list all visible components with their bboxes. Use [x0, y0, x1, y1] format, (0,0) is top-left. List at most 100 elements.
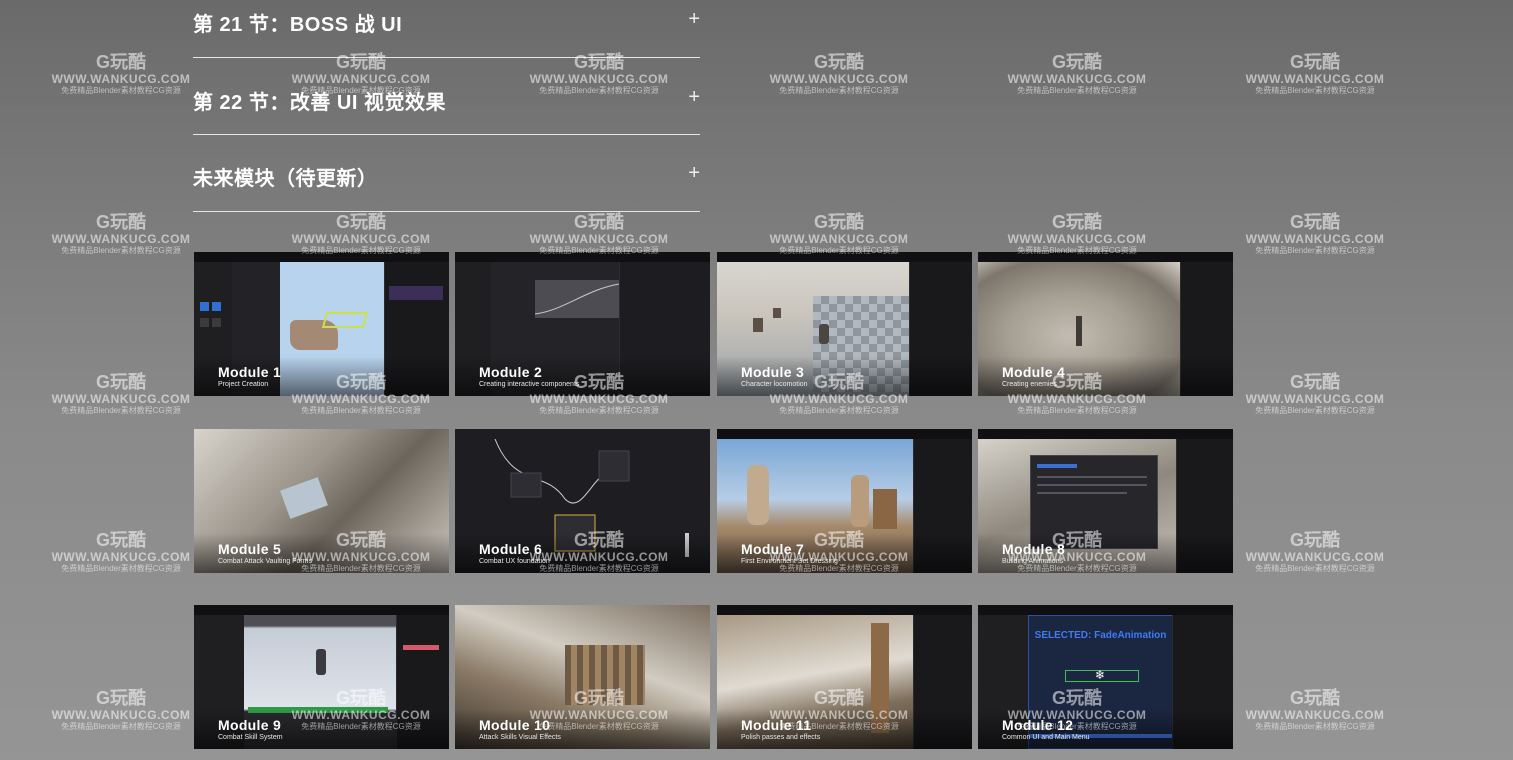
- watermark: G玩酷 WWW.WANKUCG.COM 免费精品Blender素材教程CG资源: [1240, 530, 1390, 574]
- module-subtitle: Creating interactive components: [479, 381, 580, 388]
- watermark-logo: G玩酷: [1289, 530, 1340, 550]
- module-card-7[interactable]: Module 7 First Environment Set Dressing: [717, 429, 972, 573]
- module-subtitle: First Environment Set Dressing: [741, 558, 838, 565]
- watermark-subtitle: 免费精品Blender素材教程CG资源: [1255, 406, 1375, 415]
- watermark: G玩酷 WWW.WANKUCG.COM 免费精品Blender素材教程CG资源: [1002, 212, 1152, 256]
- watermark: G玩酷 WWW.WANKUCG.COM 免费精品Blender素材教程CG资源: [46, 212, 196, 256]
- watermark-url: WWW.WANKUCG.COM: [1245, 72, 1385, 86]
- module-card-8[interactable]: Module 8 Building Animations: [978, 429, 1233, 573]
- module-card-6[interactable]: Module 6 Combat UX foundation: [455, 429, 710, 573]
- watermark-url: WWW.WANKUCG.COM: [1245, 550, 1385, 564]
- module-label: Module 3 Character locomotion: [741, 365, 808, 389]
- watermark-subtitle: 免费精品Blender素材教程CG资源: [61, 722, 181, 731]
- module-card-12[interactable]: SELECTED: FadeAnimation ❄ Module 12 Comm…: [978, 605, 1233, 749]
- watermark-subtitle: 免费精品Blender素材教程CG资源: [1255, 722, 1375, 731]
- watermark-subtitle: 免费精品Blender素材教程CG资源: [1017, 406, 1137, 415]
- module-title: Module 11: [741, 717, 812, 733]
- module-label: Module 9 Combat Skill System: [218, 718, 283, 742]
- module-card-3[interactable]: Module 3 Character locomotion: [717, 252, 972, 396]
- watermark-url: WWW.WANKUCG.COM: [529, 232, 669, 246]
- module-label: Module 2 Creating interactive components: [479, 365, 579, 389]
- module-card-5[interactable]: Module 5 Combat Attack Vaulting Forms: [194, 429, 449, 573]
- module-title: Module 8: [1002, 541, 1066, 557]
- module-subtitle: Combat Skill System: [218, 734, 283, 741]
- expand-plus-icon[interactable]: +: [688, 162, 700, 184]
- watermark-subtitle: 免费精品Blender素材教程CG资源: [779, 406, 899, 415]
- accordion-item-section-21[interactable]: 第 21 节：BOSS 战 UI +: [193, 0, 700, 58]
- watermark: G玩酷 WWW.WANKUCG.COM 免费精品Blender素材教程CG资源: [764, 52, 914, 96]
- watermark-logo: G玩酷: [813, 52, 864, 72]
- expand-plus-icon[interactable]: +: [688, 8, 700, 30]
- module-title: Module 4: [1002, 364, 1066, 380]
- course-accordion: 第 21 节：BOSS 战 UI + 第 22 节：改善 UI 视觉效果 + 未…: [193, 0, 700, 231]
- module-subtitle: Creating enemies: [1002, 381, 1057, 388]
- module-subtitle: Common UI and Main Menu: [1002, 734, 1090, 741]
- watermark-url: WWW.WANKUCG.COM: [291, 232, 431, 246]
- module-subtitle: Building Animations: [1002, 558, 1064, 565]
- watermark-url: WWW.WANKUCG.COM: [1007, 72, 1147, 86]
- module-title: Module 10: [479, 717, 551, 733]
- watermark-logo: G玩酷: [1051, 212, 1102, 232]
- watermark: G玩酷 WWW.WANKUCG.COM 免费精品Blender素材教程CG资源: [1240, 372, 1390, 416]
- module-subtitle: Combat UX foundation: [479, 558, 550, 565]
- watermark-subtitle: 免费精品Blender素材教程CG资源: [61, 564, 181, 573]
- module-card-10[interactable]: Module 10 Attack Skills Visual Effects: [455, 605, 710, 749]
- watermark-logo: G玩酷: [1051, 52, 1102, 72]
- watermark-logo: G玩酷: [1289, 52, 1340, 72]
- module-title: Module 9: [218, 717, 282, 733]
- watermark-url: WWW.WANKUCG.COM: [51, 550, 191, 564]
- watermark: G玩酷 WWW.WANKUCG.COM 免费精品Blender素材教程CG资源: [1002, 52, 1152, 96]
- watermark: G玩酷 WWW.WANKUCG.COM 免费精品Blender素材教程CG资源: [46, 530, 196, 574]
- module-label: Module 5 Combat Attack Vaulting Forms: [218, 542, 312, 566]
- module-title: Module 12: [1002, 717, 1074, 733]
- module-card-9[interactable]: Module 9 Combat Skill System: [194, 605, 449, 749]
- accordion-item-future-modules[interactable]: 未来模块（待更新） +: [193, 154, 700, 212]
- watermark-logo: G玩酷: [1289, 372, 1340, 392]
- watermark-logo: G玩酷: [95, 372, 146, 392]
- module-subtitle: Character locomotion: [741, 381, 808, 388]
- module-card-4[interactable]: Module 4 Creating enemies: [978, 252, 1233, 396]
- watermark-subtitle: 免费精品Blender素材教程CG资源: [779, 86, 899, 95]
- module-card-11[interactable]: Module 11 Polish passes and effects: [717, 605, 972, 749]
- watermark: G玩酷 WWW.WANKUCG.COM 免费精品Blender素材教程CG资源: [764, 212, 914, 256]
- accordion-title: 未来模块（待更新）: [193, 168, 378, 190]
- module-title: Module 5: [218, 541, 282, 557]
- module-label: Module 12 Common UI and Main Menu: [1002, 718, 1090, 742]
- module-title: Module 7: [741, 541, 805, 557]
- watermark-subtitle: 免费精品Blender素材教程CG资源: [539, 406, 659, 415]
- module-card-2[interactable]: Module 2 Creating interactive components: [455, 252, 710, 396]
- watermark: G玩酷 WWW.WANKUCG.COM 免费精品Blender素材教程CG资源: [46, 688, 196, 732]
- module-title: Module 6: [479, 541, 543, 557]
- module-label: Module 11 Polish passes and effects: [741, 718, 820, 742]
- watermark: G玩酷 WWW.WANKUCG.COM 免费精品Blender素材教程CG资源: [1240, 688, 1390, 732]
- snowflake-icon: ❄: [1095, 668, 1106, 682]
- expand-plus-icon[interactable]: +: [688, 86, 700, 108]
- module-title: Module 1: [218, 364, 282, 380]
- selected-animation-label: SELECTED: FadeAnimation: [1034, 630, 1167, 641]
- accordion-item-section-22[interactable]: 第 22 节：改善 UI 视觉效果 +: [193, 77, 700, 135]
- watermark-subtitle: 免费精品Blender素材教程CG资源: [1255, 86, 1375, 95]
- module-card-1[interactable]: Module 1 Project Creation: [194, 252, 449, 396]
- watermark-subtitle: 免费精品Blender素材教程CG资源: [1255, 246, 1375, 255]
- module-subtitle: Attack Skills Visual Effects: [479, 734, 561, 741]
- watermark-url: WWW.WANKUCG.COM: [769, 72, 909, 86]
- watermark-url: WWW.WANKUCG.COM: [51, 392, 191, 406]
- watermark-url: WWW.WANKUCG.COM: [51, 708, 191, 722]
- module-subtitle: Combat Attack Vaulting Forms: [218, 558, 313, 565]
- accordion-title: 第 22 节：改善 UI 视觉效果: [193, 92, 446, 114]
- watermark: G玩酷 WWW.WANKUCG.COM 免费精品Blender素材教程CG资源: [1240, 212, 1390, 256]
- watermark-url: WWW.WANKUCG.COM: [1245, 232, 1385, 246]
- watermark-subtitle: 免费精品Blender素材教程CG资源: [1255, 564, 1375, 573]
- module-label: Module 1 Project Creation: [218, 365, 281, 389]
- accordion-title: 第 21 节：BOSS 战 UI: [193, 14, 403, 36]
- watermark: G玩酷 WWW.WANKUCG.COM 免费精品Blender素材教程CG资源: [46, 52, 196, 96]
- watermark: G玩酷 WWW.WANKUCG.COM 免费精品Blender素材教程CG资源: [46, 372, 196, 416]
- watermark-subtitle: 免费精品Blender素材教程CG资源: [1017, 86, 1137, 95]
- watermark-logo: G玩酷: [1289, 688, 1340, 708]
- module-label: Module 4 Creating enemies: [1002, 365, 1065, 389]
- module-title: Module 2: [479, 364, 543, 380]
- watermark-logo: G玩酷: [95, 688, 146, 708]
- watermark-logo: G玩酷: [95, 530, 146, 550]
- watermark-logo: G玩酷: [1289, 212, 1340, 232]
- watermark-logo: G玩酷: [95, 52, 146, 72]
